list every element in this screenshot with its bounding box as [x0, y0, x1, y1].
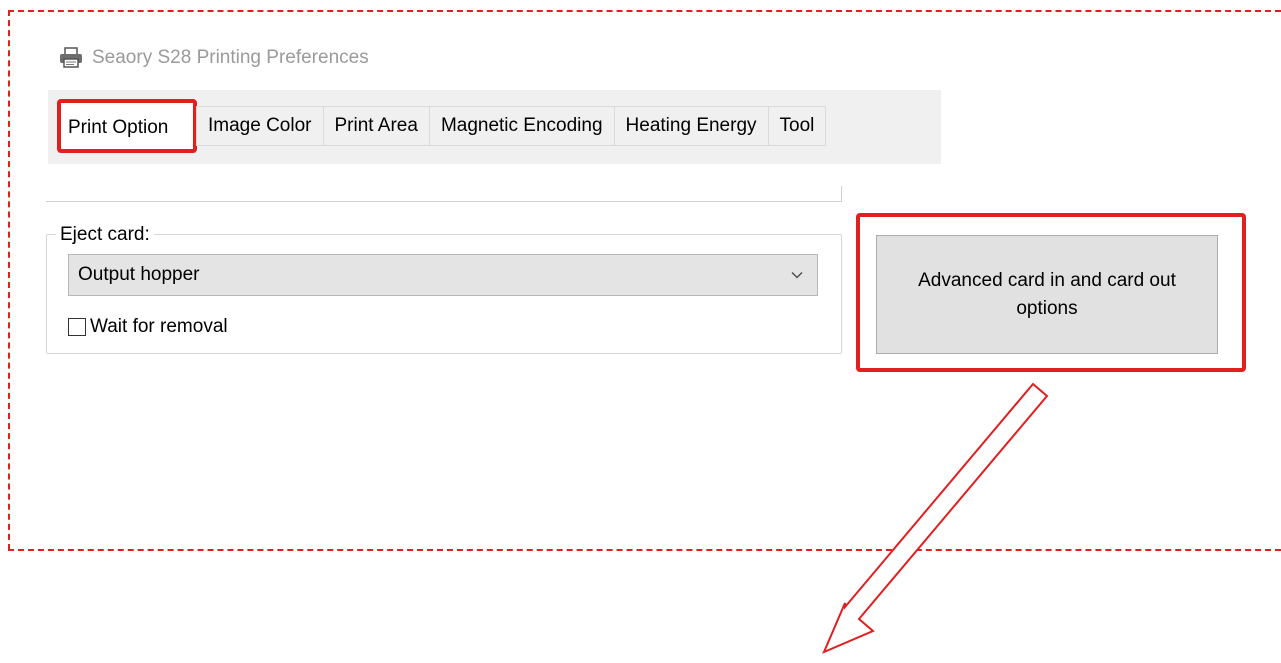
tab-tool[interactable]: Tool	[768, 106, 827, 146]
tab-heating-energy[interactable]: Heating Energy	[614, 106, 769, 146]
eject-card-selected-value: Output hopper	[78, 264, 200, 285]
eject-card-select[interactable]: Output hopper	[68, 254, 818, 296]
screenshot-canvas: Seaory S28 Printing Preferences Print Op…	[0, 0, 1281, 663]
tab-image-color[interactable]: Image Color	[196, 106, 324, 146]
tab-list: Image Color Print Area Magnetic Encoding…	[196, 106, 827, 146]
tab-print-area[interactable]: Print Area	[323, 106, 430, 146]
wait-for-removal-option[interactable]: Wait for removal	[68, 315, 228, 339]
chevron-down-icon	[791, 272, 803, 279]
panel-divider	[46, 201, 842, 202]
panel-divider-vertical	[841, 186, 842, 202]
annotation-dashed-border-left	[8, 10, 10, 550]
window-title-bar: Seaory S28 Printing Preferences	[58, 44, 369, 72]
wait-for-removal-checkbox[interactable]	[68, 318, 86, 336]
annotation-dashed-border-top	[8, 10, 1281, 12]
tab-print-option[interactable]: Print Option	[58, 101, 196, 153]
eject-card-label: Eject card:	[56, 224, 154, 246]
annotation-dashed-border-bottom	[8, 549, 1281, 551]
window-title: Seaory S28 Printing Preferences	[92, 47, 369, 68]
tab-magnetic-encoding[interactable]: Magnetic Encoding	[429, 106, 615, 146]
printer-icon	[60, 47, 82, 68]
advanced-card-options-button[interactable]: Advanced card in and card out options	[876, 235, 1218, 354]
wait-for-removal-label: Wait for removal	[90, 316, 228, 337]
